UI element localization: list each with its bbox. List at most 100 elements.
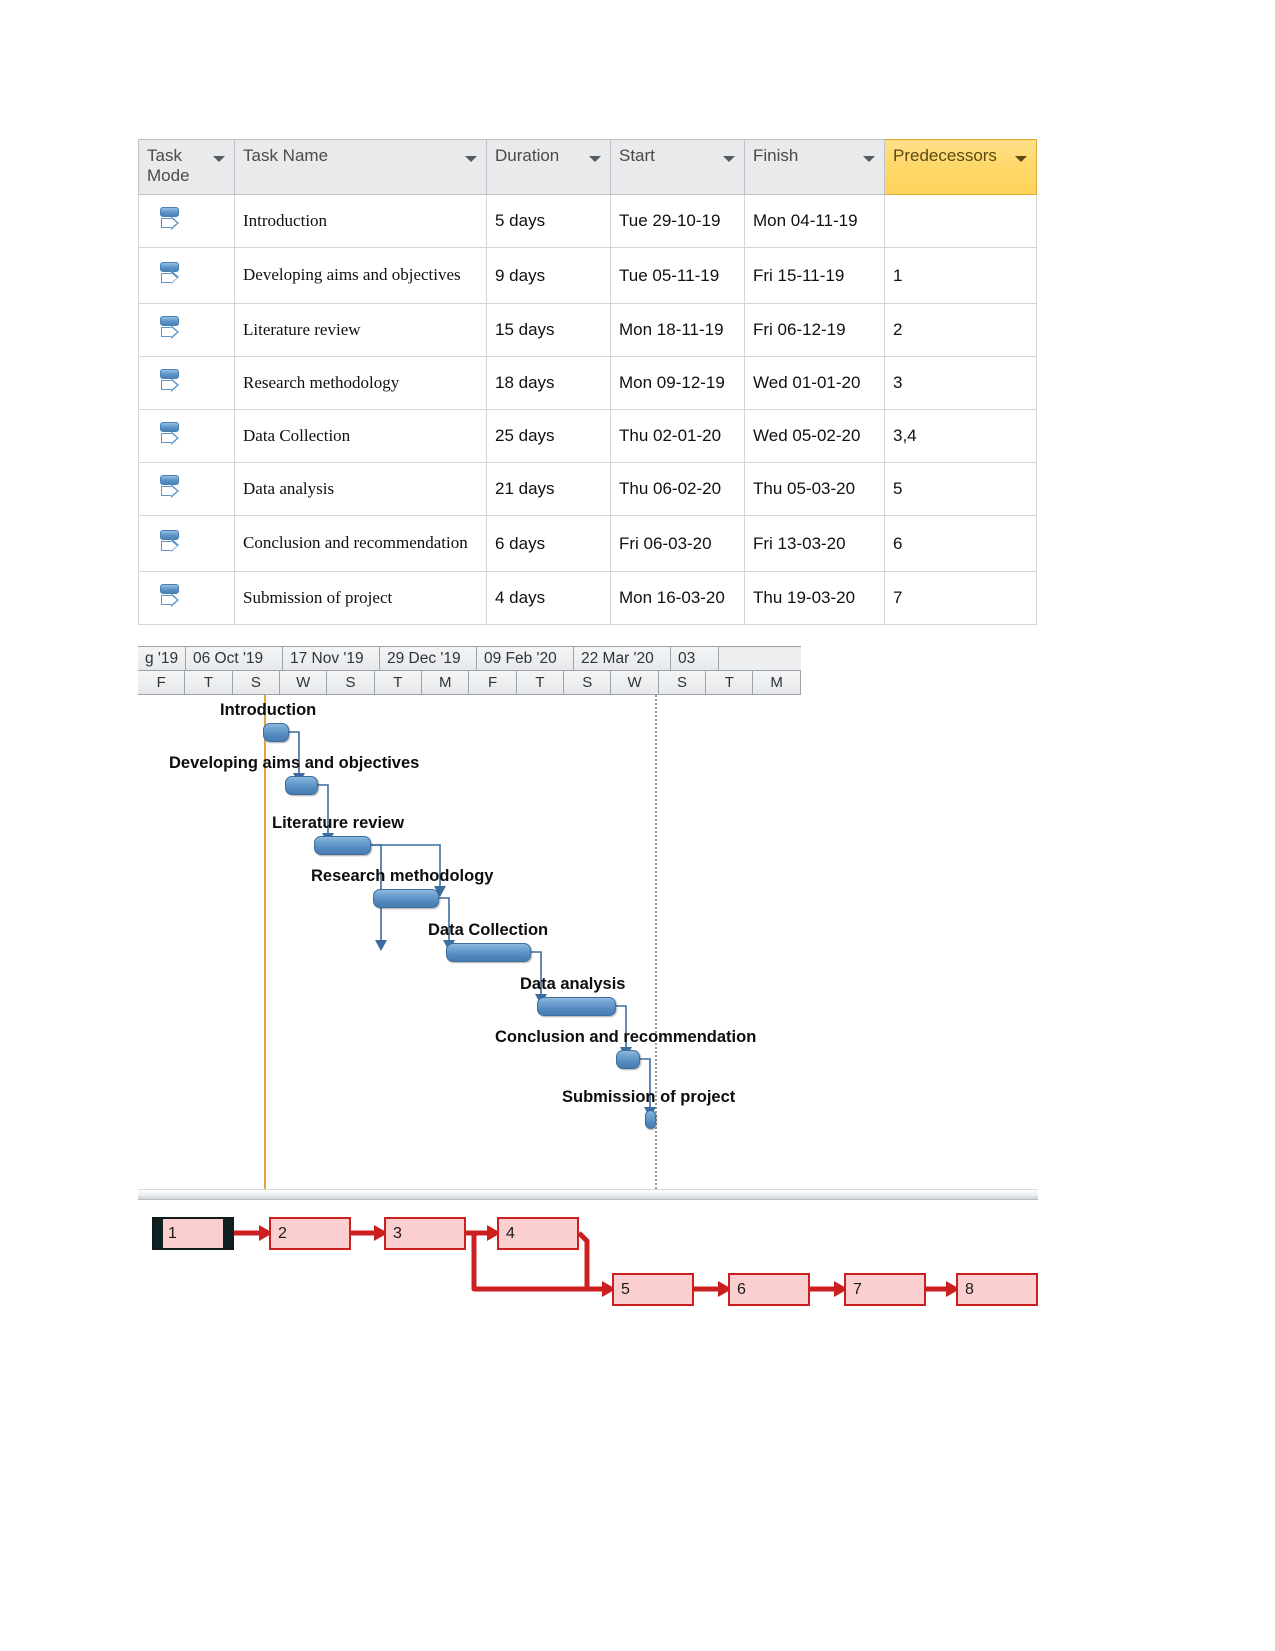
- cell-start[interactable]: Tue 29-10-19: [610, 194, 745, 248]
- cell-predecessors[interactable]: 3: [884, 356, 1037, 410]
- network-node[interactable]: 7: [844, 1273, 926, 1306]
- cell-finish[interactable]: Wed 05-02-20: [744, 409, 885, 463]
- cell-task-mode[interactable]: [138, 409, 235, 463]
- gantt-bar[interactable]: [645, 1110, 656, 1129]
- auto-schedule-icon[interactable]: [159, 421, 183, 451]
- cell-duration[interactable]: 5 days: [486, 194, 611, 248]
- chevron-down-icon[interactable]: [589, 156, 601, 162]
- table-row[interactable]: Literature review 15 days Mon 18-11-19 Fri …: [138, 303, 1037, 357]
- table-row[interactable]: Conclusion and recommendation 6 days Fri 0…: [138, 515, 1037, 572]
- cell-predecessors[interactable]: [884, 194, 1037, 248]
- cell-start[interactable]: Thu 02-01-20: [610, 409, 745, 463]
- gantt-bar[interactable]: [314, 836, 371, 855]
- cell-task-name[interactable]: Developing aims and objectives: [234, 247, 487, 304]
- cell-start[interactable]: Fri 06-03-20: [610, 515, 745, 572]
- cell-start[interactable]: Mon 18-11-19: [610, 303, 745, 357]
- cell-task-mode[interactable]: [138, 247, 235, 304]
- network-node[interactable]: 5: [612, 1273, 694, 1306]
- cell-task-mode[interactable]: [138, 571, 235, 625]
- cell-finish[interactable]: Wed 01-01-20: [744, 356, 885, 410]
- gantt-bar[interactable]: [263, 723, 289, 742]
- gantt-bar[interactable]: [616, 1050, 640, 1069]
- timeline-months-row: g '19 06 Oct '19 17 Nov '19 29 Dec '19 09 Fe…: [138, 646, 801, 671]
- cell-task-mode[interactable]: [138, 462, 235, 516]
- cell-finish[interactable]: Fri 06-12-19: [744, 303, 885, 357]
- cell-finish[interactable]: Fri 15-11-19: [744, 247, 885, 304]
- auto-schedule-icon[interactable]: [159, 368, 183, 398]
- table-row[interactable]: Data Collection 25 days Thu 02-01-20 Wed 05…: [138, 409, 1037, 463]
- gantt-bar[interactable]: [446, 943, 531, 962]
- cell-duration[interactable]: 4 days: [486, 571, 611, 625]
- chevron-down-icon[interactable]: [213, 156, 225, 162]
- cell-task-mode[interactable]: [138, 303, 235, 357]
- table-row[interactable]: Research methodology 18 days Mon 09-12-19 W…: [138, 356, 1037, 410]
- cell-predecessors[interactable]: 3,4: [884, 409, 1037, 463]
- cell-finish[interactable]: Fri 13-03-20: [744, 515, 885, 572]
- cell-task-mode[interactable]: [138, 356, 235, 410]
- column-header-task-name[interactable]: Task Name: [234, 139, 487, 195]
- cell-start[interactable]: Thu 06-02-20: [610, 462, 745, 516]
- auto-schedule-icon[interactable]: [159, 261, 183, 291]
- table-row[interactable]: Submission of project 4 days Mon 16-03-20 T…: [138, 571, 1037, 625]
- gantt-bar[interactable]: [537, 997, 616, 1016]
- gantt-chart[interactable]: g '19 06 Oct '19 17 Nov '19 29 Dec '19 09 Fe…: [138, 646, 801, 1194]
- column-header-task-mode[interactable]: Task Mode: [138, 139, 235, 195]
- chevron-down-icon[interactable]: [1015, 156, 1027, 162]
- column-header-finish[interactable]: Finish: [744, 139, 885, 195]
- cell-task-mode[interactable]: [138, 194, 235, 248]
- cell-start[interactable]: Tue 05-11-19: [610, 247, 745, 304]
- chevron-down-icon[interactable]: [465, 156, 477, 162]
- cell-duration[interactable]: 6 days: [486, 515, 611, 572]
- cell-duration[interactable]: 18 days: [486, 356, 611, 410]
- task-table[interactable]: Task Mode Task Name Duration Start Finis…: [138, 139, 1037, 625]
- cell-task-name[interactable]: Literature review: [234, 303, 487, 357]
- network-node[interactable]: 3: [384, 1217, 466, 1250]
- gantt-bar[interactable]: [373, 889, 439, 908]
- chevron-down-icon[interactable]: [863, 156, 875, 162]
- table-row[interactable]: Introduction 5 days Tue 29-10-19 Mon 04-11-…: [138, 194, 1037, 248]
- cell-start[interactable]: Mon 09-12-19: [610, 356, 745, 410]
- pane-splitter[interactable]: [138, 1189, 1038, 1200]
- cell-task-name[interactable]: Conclusion and recommendation: [234, 515, 487, 572]
- cell-task-name[interactable]: Data Collection: [234, 409, 487, 463]
- table-row[interactable]: Data analysis 21 days Thu 06-02-20 Thu 05-0…: [138, 462, 1037, 516]
- auto-schedule-icon[interactable]: [159, 315, 183, 345]
- cell-duration[interactable]: 21 days: [486, 462, 611, 516]
- network-diagram[interactable]: 1 2345 6 78: [138, 1205, 1038, 1330]
- timeline-day-cell: T: [374, 671, 423, 694]
- cell-finish[interactable]: Thu 05-03-20: [744, 462, 885, 516]
- column-header-start[interactable]: Start: [610, 139, 745, 195]
- cell-predecessors[interactable]: 1: [884, 247, 1037, 304]
- auto-schedule-icon[interactable]: [159, 474, 183, 504]
- network-node[interactable]: 6: [728, 1273, 810, 1306]
- cell-duration[interactable]: 9 days: [486, 247, 611, 304]
- table-row[interactable]: Developing aims and objectives 9 days Tue …: [138, 247, 1037, 304]
- column-header-predecessors[interactable]: Predecessors: [884, 139, 1037, 195]
- network-node[interactable]: 8: [956, 1273, 1038, 1306]
- cell-predecessors[interactable]: 7: [884, 571, 1037, 625]
- cell-task-name[interactable]: Submission of project: [234, 571, 487, 625]
- cell-finish[interactable]: Mon 04-11-19: [744, 194, 885, 248]
- column-header-start-label: Start: [619, 146, 655, 165]
- cell-task-name[interactable]: Data analysis: [234, 462, 487, 516]
- gantt-body[interactable]: Introduction Developing aims and objectiv…: [138, 695, 801, 1193]
- column-header-duration[interactable]: Duration: [486, 139, 611, 195]
- cell-finish[interactable]: Thu 19-03-20: [744, 571, 885, 625]
- cell-task-name[interactable]: Introduction: [234, 194, 487, 248]
- chevron-down-icon[interactable]: [723, 156, 735, 162]
- cell-predecessors[interactable]: 5: [884, 462, 1037, 516]
- cell-start[interactable]: Mon 16-03-20: [610, 571, 745, 625]
- cell-duration[interactable]: 15 days: [486, 303, 611, 357]
- cell-predecessors[interactable]: 6: [884, 515, 1037, 572]
- cell-duration[interactable]: 25 days: [486, 409, 611, 463]
- cell-predecessors[interactable]: 2: [884, 303, 1037, 357]
- network-node[interactable]: 2: [269, 1217, 351, 1250]
- auto-schedule-icon[interactable]: [159, 529, 183, 559]
- gantt-bar[interactable]: [285, 776, 318, 795]
- auto-schedule-icon[interactable]: [159, 583, 183, 613]
- auto-schedule-icon[interactable]: [159, 206, 183, 236]
- network-node[interactable]: 4: [497, 1217, 579, 1250]
- cell-task-mode[interactable]: [138, 515, 235, 572]
- network-node[interactable]: 1: [152, 1217, 234, 1250]
- cell-task-name[interactable]: Research methodology: [234, 356, 487, 410]
